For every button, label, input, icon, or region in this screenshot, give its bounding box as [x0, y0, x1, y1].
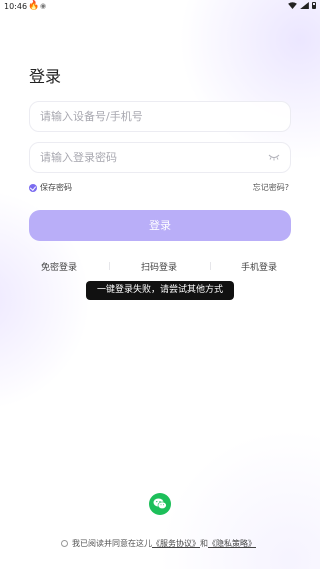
agreement-and: 和	[200, 539, 208, 548]
signal-icon	[300, 2, 309, 9]
forgot-password-link[interactable]: 忘记密码?	[253, 182, 289, 193]
wechat-login-button[interactable]	[149, 493, 171, 515]
passwordless-login-link[interactable]: 免密登录	[41, 260, 77, 273]
eye-closed-icon[interactable]	[268, 152, 280, 162]
service-agreement-link[interactable]: 《服务协议》	[152, 538, 200, 549]
account-input[interactable]	[40, 102, 260, 131]
password-input[interactable]	[40, 143, 260, 172]
divider	[109, 262, 110, 270]
check-icon[interactable]	[29, 183, 37, 192]
agree-radio[interactable]	[61, 540, 68, 547]
divider	[210, 262, 211, 270]
agreement-row: 我已阅读并同意在这儿 《服务协议》 和 《隐私策略》	[61, 538, 256, 549]
wifi-icon	[288, 2, 297, 9]
account-field[interactable]	[29, 101, 291, 132]
privacy-policy-link[interactable]: 《隐私策略》	[208, 538, 256, 549]
android-icon: ◉	[40, 2, 47, 10]
status-time: 10:46	[4, 2, 28, 11]
login-button[interactable]: 登录	[29, 210, 291, 241]
flame-icon: 🔥	[28, 1, 40, 11]
password-field[interactable]	[29, 142, 291, 173]
agreement-prefix: 我已阅读并同意在这儿	[72, 539, 152, 548]
battery-icon	[312, 2, 316, 9]
remember-label: 保存密码	[40, 183, 72, 192]
status-icons	[288, 2, 316, 9]
scan-login-link[interactable]: 扫码登录	[141, 260, 177, 273]
wechat-icon	[153, 498, 167, 510]
status-bar: 10:46 🔥 ◉	[0, 0, 320, 14]
phone-login-link[interactable]: 手机登录	[241, 260, 277, 273]
toast-message: 一键登录失败，请尝试其他方式	[86, 281, 234, 300]
remember-password-toggle[interactable]: 保存密码	[29, 182, 72, 193]
page-title: 登录	[29, 67, 62, 86]
